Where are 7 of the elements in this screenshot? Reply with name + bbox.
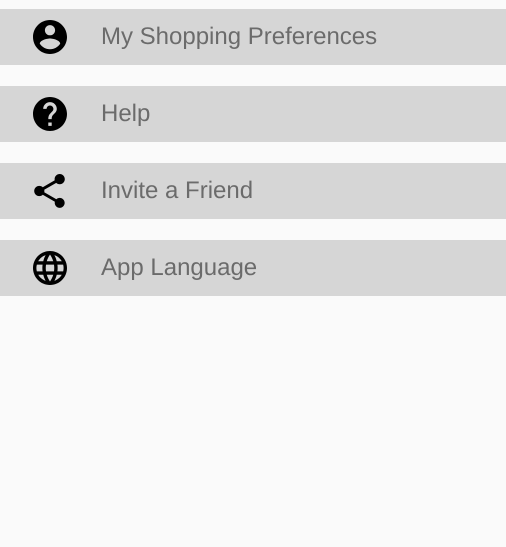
menu-item[interactable]: My Shopping Preferences [0, 9, 506, 65]
menu-item[interactable]: App Language [0, 240, 506, 296]
menu-item[interactable]: Invite a Friend [0, 163, 506, 219]
help-icon [32, 97, 66, 131]
share-icon [34, 174, 65, 208]
menu-item[interactable]: Help [0, 86, 506, 142]
globe-icon [32, 251, 66, 285]
